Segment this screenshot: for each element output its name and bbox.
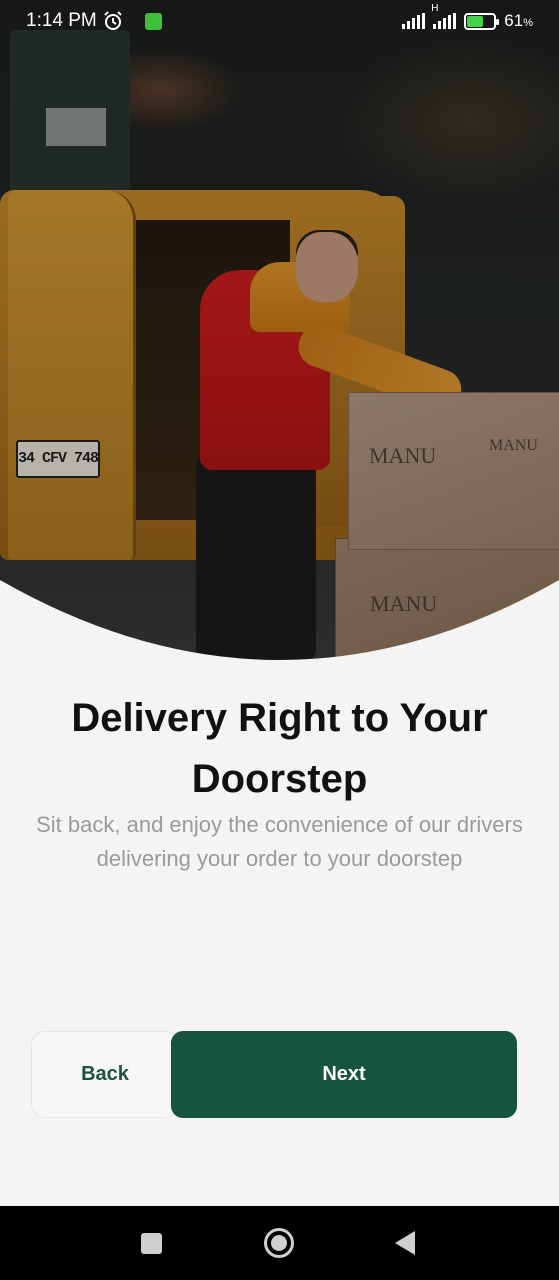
network-type-label: H	[431, 3, 439, 14]
hero-image: 34 CFV 748 MANU MANU MANU	[0, 0, 559, 660]
hero-curve-mask	[0, 580, 559, 660]
back-icon[interactable]	[395, 1231, 415, 1255]
status-bar: 1:14 PM H 61%	[0, 0, 559, 42]
battery-charging-icon	[464, 12, 500, 30]
home-icon[interactable]	[264, 1228, 294, 1258]
status-left-icons	[103, 11, 162, 31]
signal-icon	[402, 13, 426, 29]
signal-h-icon: H	[431, 3, 457, 29]
onboarding-title: Delivery Right to Your Doorstep	[71, 696, 488, 801]
status-right-icons: H 61%	[402, 3, 533, 31]
onboarding-subtitle: Sit back, and enjoy the convenience of o…	[36, 812, 523, 871]
battery-percentage: 61%	[504, 11, 533, 30]
battery-level-fill	[467, 15, 484, 27]
status-time: 1:14 PM	[26, 10, 97, 31]
system-navigation-bar	[0, 1206, 559, 1280]
alarm-icon	[104, 11, 122, 30]
recents-icon[interactable]	[141, 1233, 162, 1254]
notification-app-icon	[144, 12, 162, 30]
next-button[interactable]: Next	[171, 1031, 517, 1118]
back-button[interactable]: Back	[31, 1031, 179, 1118]
